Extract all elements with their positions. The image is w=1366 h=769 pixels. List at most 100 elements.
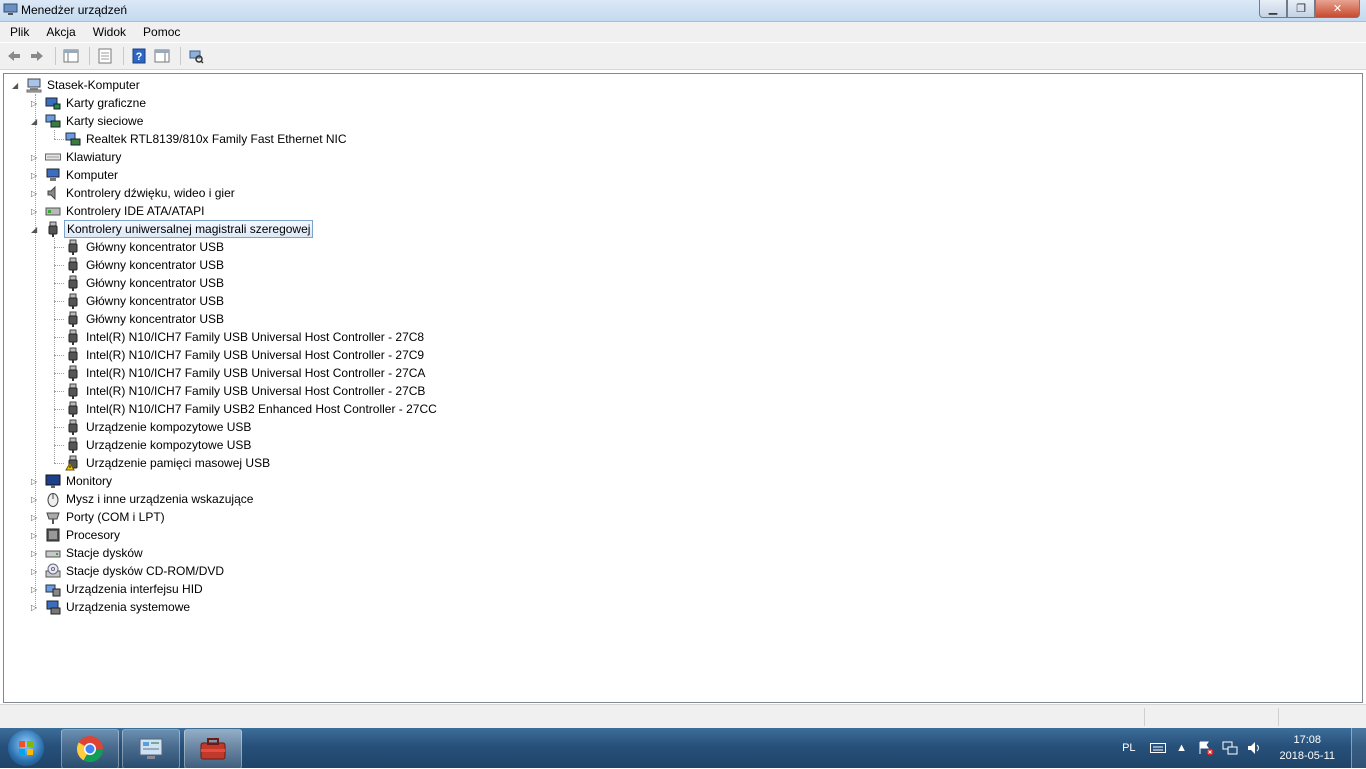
volume-icon[interactable] [1246,740,1262,756]
tree-category-label: Mysz i inne urządzenia wskazujące [66,492,254,506]
tree-category[interactable]: ▷ Monitory [31,472,114,490]
tree-line [54,265,64,266]
tree-category-label: Stacje dysków CD-ROM/DVD [66,564,225,578]
close-button[interactable]: ✕ [1315,0,1360,18]
tree-line [54,247,64,248]
tree-device[interactable]: Intel(R) N10/ICH7 Family USB Universal H… [50,364,427,382]
scan-hardware-icon[interactable] [186,46,206,66]
tree-device[interactable]: Główny koncentrator USB [50,238,226,256]
tree-line [54,409,64,410]
expand-arrow-icon[interactable]: ▷ [31,99,40,108]
clock-date: 2018-05-11 [1279,750,1335,762]
tree-category[interactable]: ▷ Komputer [31,166,120,184]
menu-file[interactable]: Plik [0,25,36,39]
taskbar-device-manager[interactable] [184,729,242,769]
tree-category[interactable]: ▷ Porty (COM i LPT) [31,508,167,526]
expand-arrow-icon[interactable]: ▷ [31,603,40,612]
properties-icon[interactable] [95,46,115,66]
tree-line [54,319,64,320]
tree-category[interactable]: ▷ Kontrolery dźwięku, wideo i gier [31,184,237,202]
tree-category[interactable]: ◢ Karty sieciowe [31,112,145,130]
tree-device[interactable]: Intel(R) N10/ICH7 Family USB Universal H… [50,346,426,364]
expand-arrow-icon[interactable]: ▷ [31,153,40,162]
expand-arrow-icon[interactable]: ▷ [31,585,40,594]
tree-device[interactable]: Intel(R) N10/ICH7 Family USB2 Enhanced H… [50,400,439,418]
system-devices-icon [46,600,61,615]
tree-device-label: Główny koncentrator USB [86,258,225,272]
expand-arrow-icon[interactable]: ▷ [31,171,40,180]
tree-device-label: Intel(R) N10/ICH7 Family USB Universal H… [86,348,425,362]
tree-device-label: Główny koncentrator USB [86,240,225,254]
tree-category[interactable]: ▷ Stacje dysków [31,544,145,562]
show-hidden-icons-icon[interactable]: ▲ [1174,740,1190,756]
disk-drive-icon [45,550,61,558]
mouse-icon [47,493,59,507]
monitor-icon [45,474,61,488]
language-indicator[interactable]: PL [1122,742,1135,754]
tree-category[interactable]: ▷ Urządzenia systemowe [31,598,192,616]
usb-plug-icon [68,275,78,291]
tree-category[interactable]: ◢ Kontrolery uniwersalnej magistrali szer… [31,220,314,238]
show-hide-action-pane-icon[interactable] [152,46,172,66]
tree-root-label: Stasek-Komputer [47,78,140,92]
usb-plug-icon [68,239,78,255]
tree-category[interactable]: ▷ Stacje dysków CD-ROM/DVD [31,562,226,580]
maximize-button[interactable]: ❐ [1287,0,1315,18]
tree-category[interactable]: ▷ Karty graficzne [31,94,148,112]
control-panel-icon [139,738,163,759]
network-icon[interactable] [1222,740,1238,756]
tree-device[interactable]: Główny koncentrator USB [50,274,226,292]
collapse-arrow-icon[interactable]: ◢ [31,117,40,126]
tree-category[interactable]: ▷ Klawiatury [31,148,123,166]
tree-category[interactable]: ▷ Kontrolery IDE ATA/ATAPI [31,202,207,220]
back-arrow-icon[interactable] [4,46,24,66]
tree-device[interactable]: Główny koncentrator USB [50,292,226,310]
expand-arrow-icon[interactable]: ▷ [31,513,40,522]
menu-view[interactable]: Widok [83,25,133,39]
expand-arrow-icon[interactable]: ▷ [31,207,40,216]
tree-line [54,337,64,338]
menu-help[interactable]: Pomoc [133,25,187,39]
usb-warning-icon [65,455,78,471]
expand-arrow-icon[interactable]: ▷ [31,549,40,558]
tree-device[interactable]: Intel(R) N10/ICH7 Family USB Universal H… [50,328,426,346]
expand-arrow-icon[interactable]: ▷ [31,477,40,486]
collapse-arrow-icon[interactable]: ◢ [12,81,21,90]
show-desktop-button[interactable] [1351,728,1366,768]
tree-line [54,355,64,356]
tree-device[interactable]: Urządzenie pamięci masowej USB [50,454,272,472]
tree-root[interactable]: ◢ Stasek-Komputer [12,76,142,94]
device-tree[interactable]: ◢ Stasek-Komputer ▷ Karty graficzne ◢ Karty… [3,73,1363,703]
clock[interactable]: 17:08 2018-05-11 [1280,732,1335,764]
window-title: Menedżer urządzeń [21,3,128,17]
tree-category[interactable]: ▷ Procesory [31,526,122,544]
tree-category-label: Urządzenia interfejsu HID [66,582,203,596]
toolbar-separator [89,47,90,65]
taskbar-chrome[interactable] [61,729,119,769]
tree-device[interactable]: Główny koncentrator USB [50,256,226,274]
expand-arrow-icon[interactable]: ▷ [31,567,40,576]
tree-device[interactable]: Urządzenie kompozytowe USB [50,436,253,454]
show-hide-tree-icon[interactable] [61,46,81,66]
keyboard-icon[interactable] [1149,740,1166,756]
taskbar-control-panel[interactable] [122,729,180,769]
tree-category-label: Karty graficzne [66,96,147,110]
menu-action[interactable]: Akcja [36,25,82,39]
expand-arrow-icon[interactable]: ▷ [31,531,40,540]
tree-category[interactable]: ▷ Mysz i inne urządzenia wskazujące [31,490,255,508]
start-button[interactable] [8,730,44,766]
tree-device[interactable]: Główny koncentrator USB [50,310,226,328]
forward-arrow-icon[interactable] [27,46,47,66]
title-bar: Menedżer urządzeń ▁ ❐ ✕ [0,0,1366,22]
tree-device[interactable]: Intel(R) N10/ICH7 Family USB Universal H… [50,382,427,400]
tree-category[interactable]: ▷ Urządzenia interfejsu HID [31,580,205,598]
help-icon[interactable]: ? [129,46,149,66]
minimize-button[interactable]: ▁ [1259,0,1287,18]
tree-device[interactable]: Realtek RTL8139/810x Family Fast Etherne… [50,130,349,148]
action-center-icon[interactable] [1198,740,1214,756]
collapse-arrow-icon[interactable]: ◢ [31,225,40,234]
tree-line [54,373,64,374]
expand-arrow-icon[interactable]: ▷ [31,189,40,198]
tree-device[interactable]: Urządzenie kompozytowe USB [50,418,253,436]
expand-arrow-icon[interactable]: ▷ [31,495,40,504]
